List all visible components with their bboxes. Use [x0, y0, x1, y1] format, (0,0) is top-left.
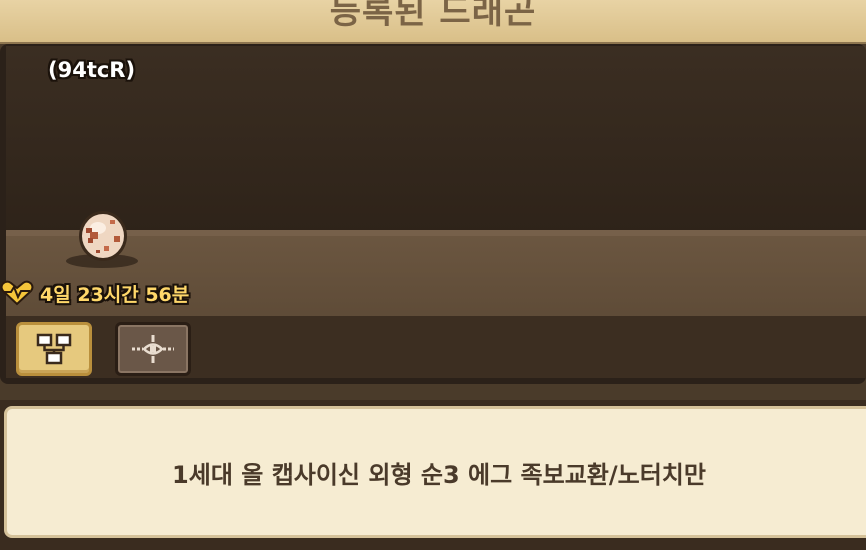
hatch-timer: 4일 23시간 56분	[0, 280, 189, 306]
dragon-panel: (94tcR) 4일 23시간 56분	[0, 44, 866, 384]
description-text: 1세대 올 캡사이신 외형 순3 에그 족보교환/노터치만	[172, 460, 706, 489]
header-bar: 등록된 드래곤	[0, 0, 866, 44]
timer-text: 4일 23시간 56분	[40, 283, 190, 306]
dragon-code: (94tcR)	[48, 58, 136, 82]
panel-ground	[6, 230, 866, 320]
crosshair-icon	[132, 335, 174, 363]
heart-icon	[0, 280, 34, 306]
ground-edge	[6, 230, 866, 236]
description-box: 1세대 올 캡사이신 외형 순3 에그 족보교환/노터치만	[4, 406, 866, 538]
description-container: 1세대 올 캡사이신 외형 순3 에그 족보교환/노터치만	[0, 400, 866, 550]
page-title: 등록된 드래곤	[329, 0, 537, 32]
crosshair-button[interactable]	[115, 322, 191, 376]
egg-icon[interactable]	[76, 206, 130, 262]
family-tree-button[interactable]	[16, 322, 92, 376]
family-tree-icon	[36, 333, 72, 365]
